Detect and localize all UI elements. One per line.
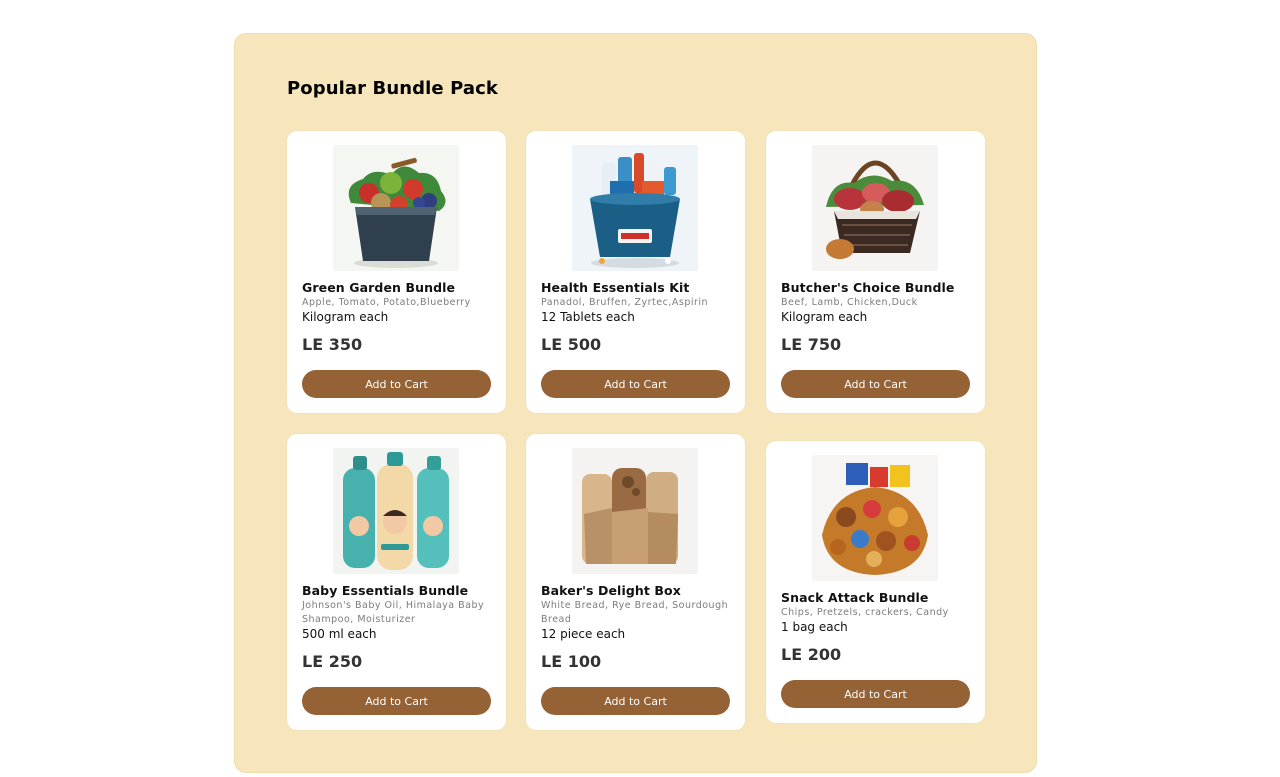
product-name: Baker's Delight Box <box>541 583 681 598</box>
fruit-basket-icon[interactable] <box>333 145 459 271</box>
product-name: Snack Attack Bundle <box>781 590 929 605</box>
product-card: Snack Attack Bundle Chips, Pretzels, cra… <box>766 441 985 723</box>
medicine-bucket-icon[interactable] <box>572 145 698 271</box>
product-description: Johnson's Baby Oil, Himalaya Baby Shampo… <box>302 600 485 625</box>
baby-products-icon[interactable] <box>333 448 459 574</box>
product-price: LE 250 <box>302 652 363 671</box>
add-to-cart-button[interactable]: Add to Cart <box>302 370 491 398</box>
product-name: Health Essentials Kit <box>541 280 690 295</box>
product-unit: 500 ml each <box>302 627 377 641</box>
product-description: Beef, Lamb, Chicken,Duck <box>781 297 918 308</box>
product-description: Apple, Tomato, Potato,Blueberry <box>302 297 471 308</box>
product-card: Butcher's Choice Bundle Beef, Lamb, Chic… <box>766 131 985 413</box>
product-card: Health Essentials Kit Panadol, Bruffen, … <box>526 131 745 413</box>
product-unit: 12 Tablets each <box>541 310 635 324</box>
product-price: LE 350 <box>302 335 363 354</box>
add-to-cart-button[interactable]: Add to Cart <box>781 370 970 398</box>
add-to-cart-button[interactable]: Add to Cart <box>781 680 970 708</box>
section-title: Popular Bundle Pack <box>287 78 498 99</box>
product-name: Baby Essentials Bundle <box>302 583 469 598</box>
product-card: Baker's Delight Box White Bread, Rye Bre… <box>526 434 745 730</box>
product-price: LE 750 <box>781 335 842 354</box>
product-name: Butcher's Choice Bundle <box>781 280 955 295</box>
product-unit: Kilogram each <box>302 310 389 324</box>
product-card: Green Garden Bundle Apple, Tomato, Potat… <box>287 131 506 413</box>
snacks-pile-icon[interactable] <box>812 455 938 581</box>
product-price: LE 500 <box>541 335 602 354</box>
product-price: LE 200 <box>781 645 842 664</box>
add-to-cart-button[interactable]: Add to Cart <box>541 687 730 715</box>
product-card: Baby Essentials Bundle Johnson's Baby Oi… <box>287 434 506 730</box>
product-name: Green Garden Bundle <box>302 280 456 295</box>
product-unit: 1 bag each <box>781 620 848 634</box>
meat-basket-icon[interactable] <box>812 145 938 271</box>
bundle-section: Popular Bundle Pack Green Garden Bundle … <box>234 33 1037 773</box>
product-price: LE 100 <box>541 652 602 671</box>
add-to-cart-button[interactable]: Add to Cart <box>541 370 730 398</box>
add-to-cart-button[interactable]: Add to Cart <box>302 687 491 715</box>
product-description: Panadol, Bruffen, Zyrtec,Aspirin <box>541 297 709 308</box>
product-unit: 12 piece each <box>541 627 626 641</box>
product-description: White Bread, Rye Bread, Sourdough Bread <box>541 600 729 625</box>
bread-bags-icon[interactable] <box>572 448 698 574</box>
product-description: Chips, Pretzels, crackers, Candy <box>781 607 949 618</box>
product-unit: Kilogram each <box>781 310 868 324</box>
